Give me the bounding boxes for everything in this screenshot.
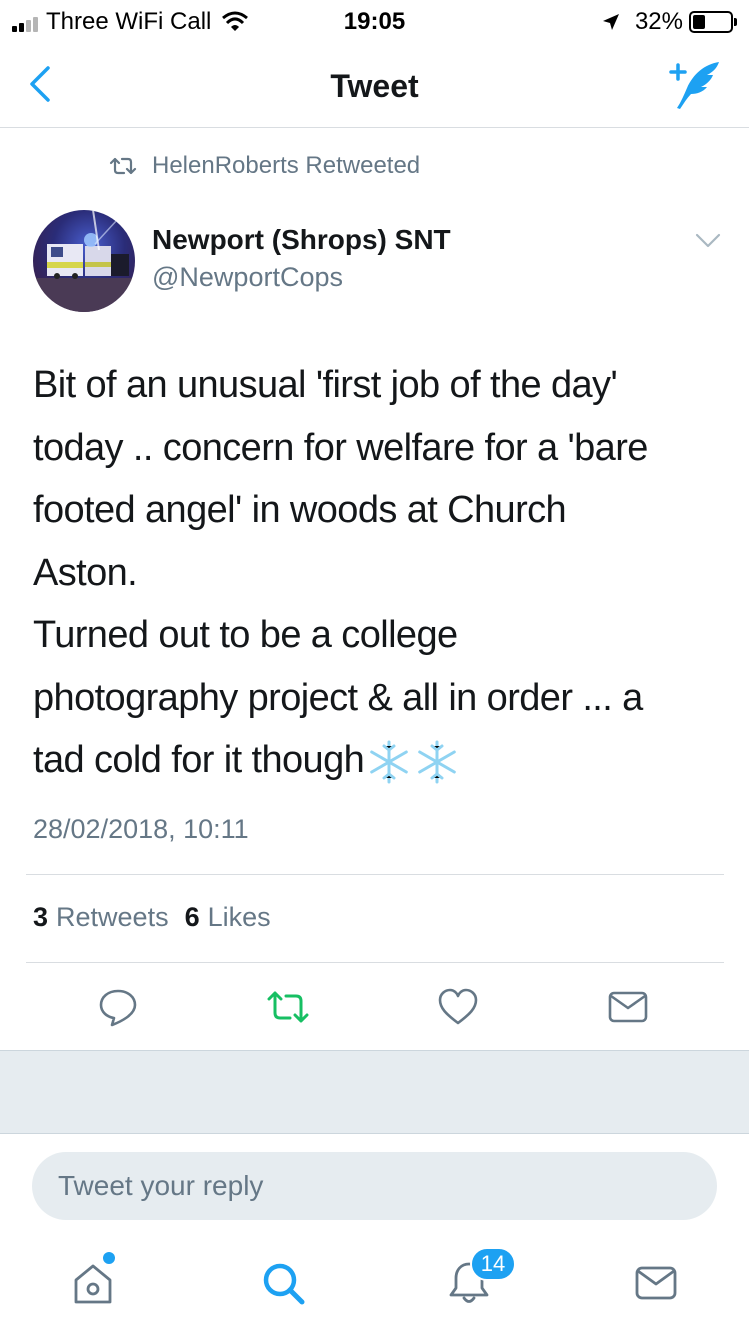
likes-count: 6	[184, 902, 200, 932]
tweet-text: Bit of an unusual 'first job of the day'…	[33, 354, 723, 792]
tweet-stats: 3 Retweets 6 Likes	[33, 902, 287, 933]
tweet-line-last: tad cold for it though	[33, 729, 723, 792]
replies-area	[0, 1050, 749, 1134]
notifications-badge: 14	[470, 1247, 516, 1281]
tweet-line-text: tad cold for it though	[33, 739, 365, 781]
tweet-line: Bit of an unusual 'first job of the day'	[33, 364, 618, 406]
divider	[26, 962, 724, 963]
retweets-count: 3	[33, 902, 49, 932]
likes-label: Likes	[207, 902, 271, 932]
tweet-line: Turned out to be a college	[33, 614, 458, 656]
page-title: Tweet	[330, 68, 419, 104]
nav-bar: Tweet	[0, 42, 749, 128]
battery-icon	[689, 11, 737, 33]
tweet-line: today .. concern for welfare for a 'bare	[33, 426, 648, 469]
retweet-icon[interactable]	[266, 985, 310, 1029]
snowflake-icon	[370, 740, 408, 784]
likes-stat[interactable]: 6 Likes	[185, 902, 271, 933]
tweet-line: footed angel' in woods at Church	[33, 489, 567, 531]
author-handle[interactable]: @NewportCops	[152, 262, 343, 293]
status-bar: Three WiFi Call 19:05 32%	[0, 0, 749, 42]
compose-tweet-icon[interactable]	[667, 60, 723, 110]
home-unread-dot	[103, 1252, 115, 1264]
retweet-small-icon	[109, 157, 137, 175]
author-name[interactable]: Newport (Shrops) SNT	[152, 224, 451, 256]
direct-message-icon[interactable]	[606, 985, 650, 1029]
like-icon[interactable]	[436, 985, 480, 1029]
avatar[interactable]	[33, 210, 135, 312]
retweet-context-label: HelenRoberts Retweeted	[152, 152, 421, 179]
reply-icon[interactable]	[96, 985, 140, 1029]
snowflake-icon	[418, 740, 456, 784]
reply-input[interactable]: Tweet your reply	[32, 1152, 717, 1220]
search-icon[interactable]	[258, 1258, 308, 1308]
tweet-timestamp: 28/02/2018, 10:11	[33, 814, 249, 844]
retweets-stat[interactable]: 3 Retweets	[33, 902, 169, 933]
tweet-line: Aston.	[33, 551, 138, 594]
battery-percent: 32%	[634, 8, 683, 35]
tweet-line: photography project & all in order ... a	[33, 676, 643, 719]
divider	[26, 874, 724, 875]
home-icon[interactable]	[68, 1258, 118, 1308]
location-arrow-icon	[602, 14, 619, 30]
retweets-label: Retweets	[56, 902, 169, 932]
retweet-context[interactable]: HelenRoberts Retweeted	[108, 152, 420, 180]
chevron-down-icon[interactable]	[695, 232, 721, 250]
messages-icon[interactable]	[631, 1258, 681, 1308]
